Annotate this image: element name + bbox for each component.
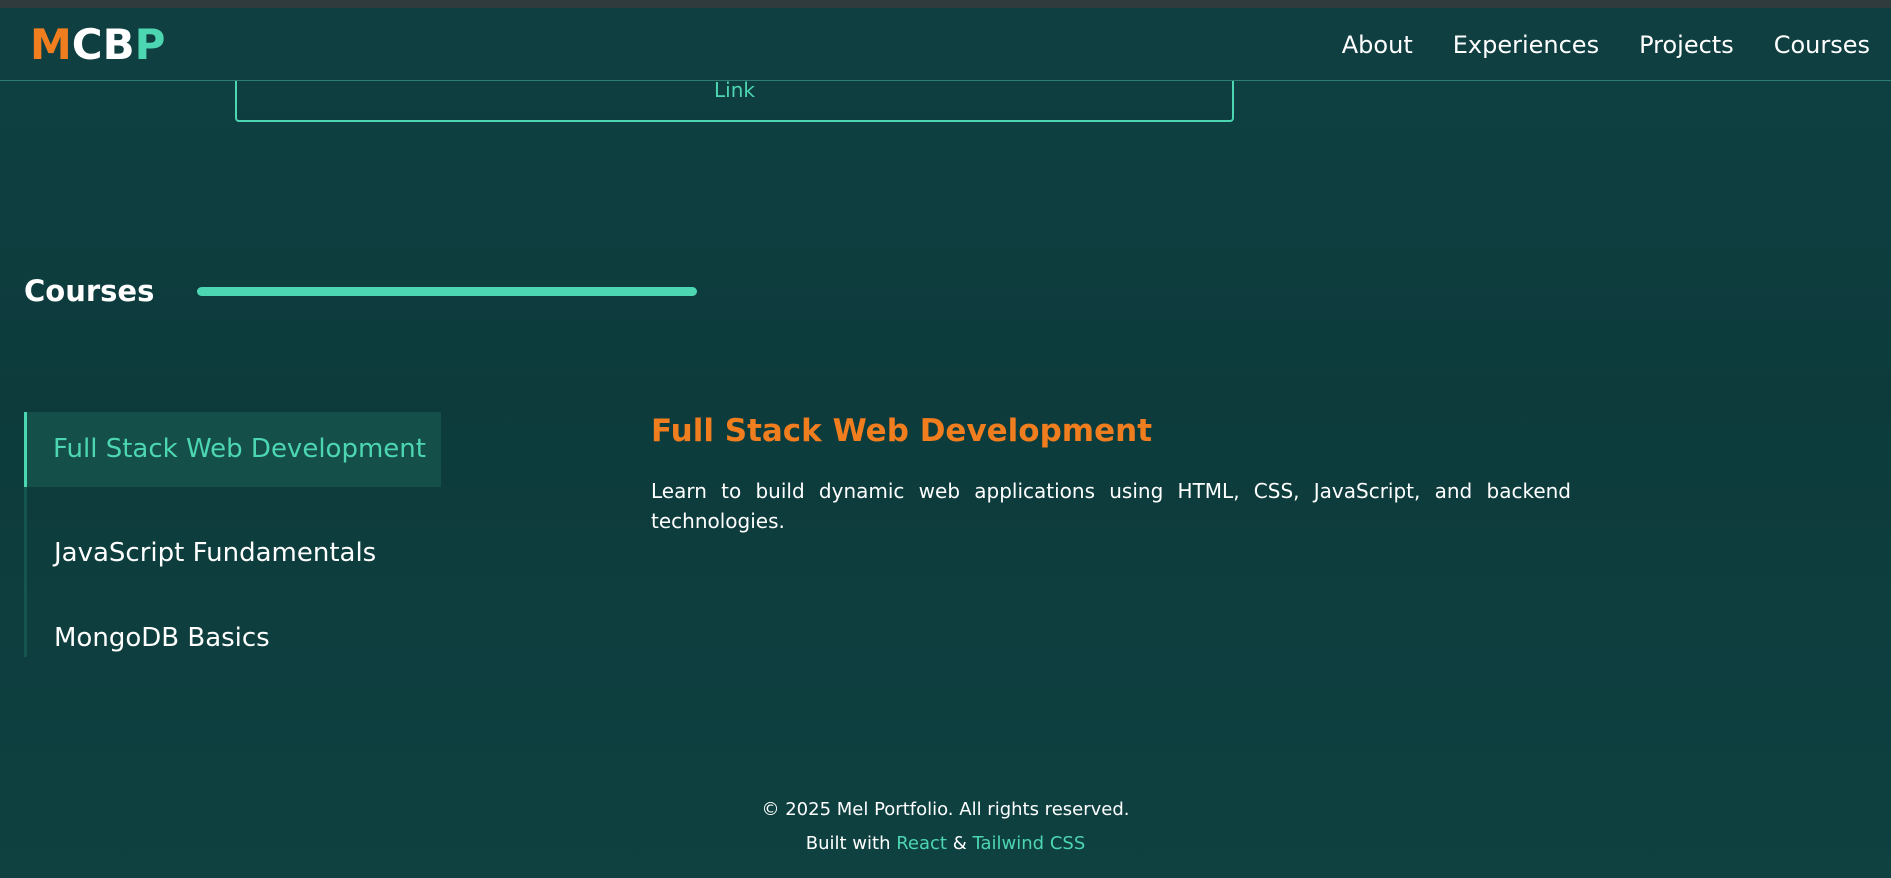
nav-links: About Experiences Projects Courses — [1342, 30, 1870, 60]
footer-tailwind-link[interactable]: Tailwind CSS — [973, 833, 1086, 854]
logo[interactable]: MCBP — [30, 21, 165, 69]
nav-link-projects[interactable]: Projects — [1639, 30, 1734, 60]
browser-top-strip — [0, 0, 1891, 8]
nav-link-about[interactable]: About — [1342, 30, 1413, 60]
footer-react-link[interactable]: React — [896, 833, 947, 854]
course-tab-javascript-fundamentals[interactable]: JavaScript Fundamentals — [54, 536, 376, 570]
nav-link-courses[interactable]: Courses — [1774, 30, 1870, 60]
logo-letter-p: P — [134, 20, 166, 69]
portfolio-page: Link MCBP About Experiences Projects Cou… — [0, 0, 1891, 878]
project-link[interactable]: Link — [237, 78, 1232, 102]
course-tab-mongodb-basics[interactable]: MongoDB Basics — [54, 621, 270, 655]
course-tab-full-stack[interactable]: Full Stack Web Development — [24, 412, 441, 487]
nav-link-experiences[interactable]: Experiences — [1453, 30, 1599, 60]
footer-built-with: Built with React & Tailwind CSS — [0, 827, 1891, 861]
course-detail-title: Full Stack Web Development — [651, 413, 1153, 449]
logo-letters-cb: CB — [71, 20, 135, 69]
course-detail-description: Learn to build dynamic web applications … — [651, 479, 1571, 533]
footer: © 2025 Mel Portfolio. All rights reserve… — [0, 793, 1891, 861]
footer-ampersand: & — [952, 833, 967, 854]
course-tab-list: Full Stack Web Development JavaScript Fu… — [24, 412, 444, 657]
logo-letter-m: M — [30, 20, 72, 69]
navbar: MCBP About Experiences Projects Courses — [0, 8, 1891, 81]
footer-built-with-prefix: Built with — [805, 833, 891, 854]
section-title-courses: Courses — [24, 274, 155, 308]
footer-copyright: © 2025 Mel Portfolio. All rights reserve… — [761, 799, 1130, 820]
section-title-underline — [197, 287, 697, 296]
